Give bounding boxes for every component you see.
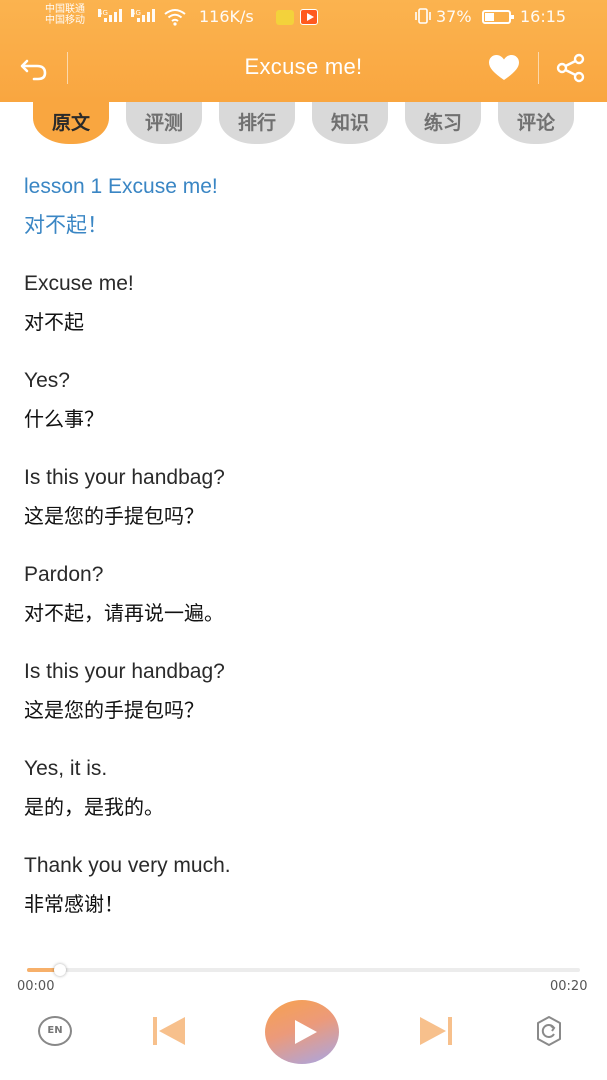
signal-1-icon: 4G — [98, 9, 122, 22]
total-time: 00:20 — [550, 979, 588, 994]
current-time: 00:00 — [17, 979, 55, 994]
sentence-zh: 对不起 — [24, 310, 84, 334]
lesson-title-zh: 对不起！ — [24, 213, 108, 237]
sentence-zh: 对不起，请再说一遍。 — [24, 601, 224, 625]
title-bar: Excuse me! — [0, 34, 607, 102]
sentence-en: Yes, it is. — [24, 757, 108, 780]
app-header: 中国联通 中国移动 4G 4G 116K/s 37% 16:15 Excuse … — [0, 0, 607, 102]
tab-ranking[interactable]: 排行 — [219, 102, 295, 144]
progress-slider[interactable] — [27, 964, 580, 976]
sentence-zh: 这是您的手提包吗？ — [24, 504, 204, 528]
network-speed: 116K/s — [199, 7, 254, 26]
carrier-2-label: 中国移动 — [45, 15, 85, 26]
sentence-en: Is this your handbag? — [24, 660, 225, 683]
sentence-zh: 这是您的手提包吗？ — [24, 698, 204, 722]
network-2-label: 4G — [131, 9, 141, 17]
lesson-title-en: lesson 1 Excuse me! — [24, 175, 218, 198]
sentence-pair[interactable]: Excuse me! 对不起 — [24, 269, 584, 337]
progress-handle[interactable] — [54, 964, 67, 976]
sentence-en: Excuse me! — [24, 272, 134, 295]
sentence-en: Thank you very much. — [24, 854, 231, 877]
battery-icon — [482, 10, 514, 24]
loop-mode-icon[interactable] — [532, 1014, 566, 1048]
sentence-en: Is this your handbag? — [24, 466, 225, 489]
sentence-en: Yes? — [24, 369, 70, 392]
tab-bar: 原文 评测 排行 知识 练习 评论 — [0, 102, 607, 148]
sentence-pair[interactable]: Thank you very much. 非常感谢！ — [24, 851, 584, 919]
sentence-pair[interactable]: Pardon? 对不起，请再说一遍。 — [24, 560, 584, 628]
sentence-pair[interactable]: Is this your handbag? 这是您的手提包吗？ — [24, 463, 584, 531]
status-clock: 16:15 — [520, 7, 567, 26]
sentence-zh: 什么事？ — [24, 407, 104, 431]
play-button[interactable] — [265, 1000, 339, 1064]
share-icon[interactable] — [555, 52, 587, 84]
skip-next-icon[interactable] — [417, 1014, 455, 1048]
title-divider-right — [538, 52, 539, 84]
tab-evaluation[interactable]: 评测 — [126, 102, 202, 144]
sentence-pair[interactable]: Yes, it is. 是的，是我的。 — [24, 754, 584, 822]
sentence-pair[interactable]: Is this your handbag? 这是您的手提包吗？ — [24, 657, 584, 725]
vibrate-icon — [415, 8, 431, 24]
battery-percent: 37% — [436, 7, 472, 26]
wifi-icon — [164, 9, 186, 26]
signal-2-icon: 4G — [131, 9, 155, 22]
sentence-zh: 是的，是我的。 — [24, 795, 164, 819]
lesson-text: lesson 1 Excuse me! 对不起！ Excuse me! 对不起 … — [24, 172, 584, 919]
tab-comments[interactable]: 评论 — [498, 102, 574, 144]
tab-knowledge[interactable]: 知识 — [312, 102, 388, 144]
tab-practice[interactable]: 练习 — [405, 102, 481, 144]
language-toggle-button[interactable]: EN — [38, 1016, 72, 1046]
notification-app-icon — [276, 10, 294, 25]
carrier-info: 中国联通 中国移动 — [45, 4, 85, 26]
carrier-1-label: 中国联通 — [45, 4, 85, 15]
video-app-icon — [300, 9, 318, 25]
skip-previous-icon[interactable] — [150, 1014, 188, 1048]
status-bar: 中国联通 中国移动 4G 4G 116K/s 37% 16:15 — [0, 0, 607, 34]
sentence-en: Pardon? — [24, 563, 104, 586]
sentence-zh: 非常感谢！ — [24, 892, 124, 916]
sentence-pair[interactable]: Yes? 什么事？ — [24, 366, 584, 434]
heart-icon[interactable] — [488, 54, 520, 82]
tab-original-text[interactable]: 原文 — [33, 102, 109, 144]
network-1-label: 4G — [98, 9, 108, 17]
